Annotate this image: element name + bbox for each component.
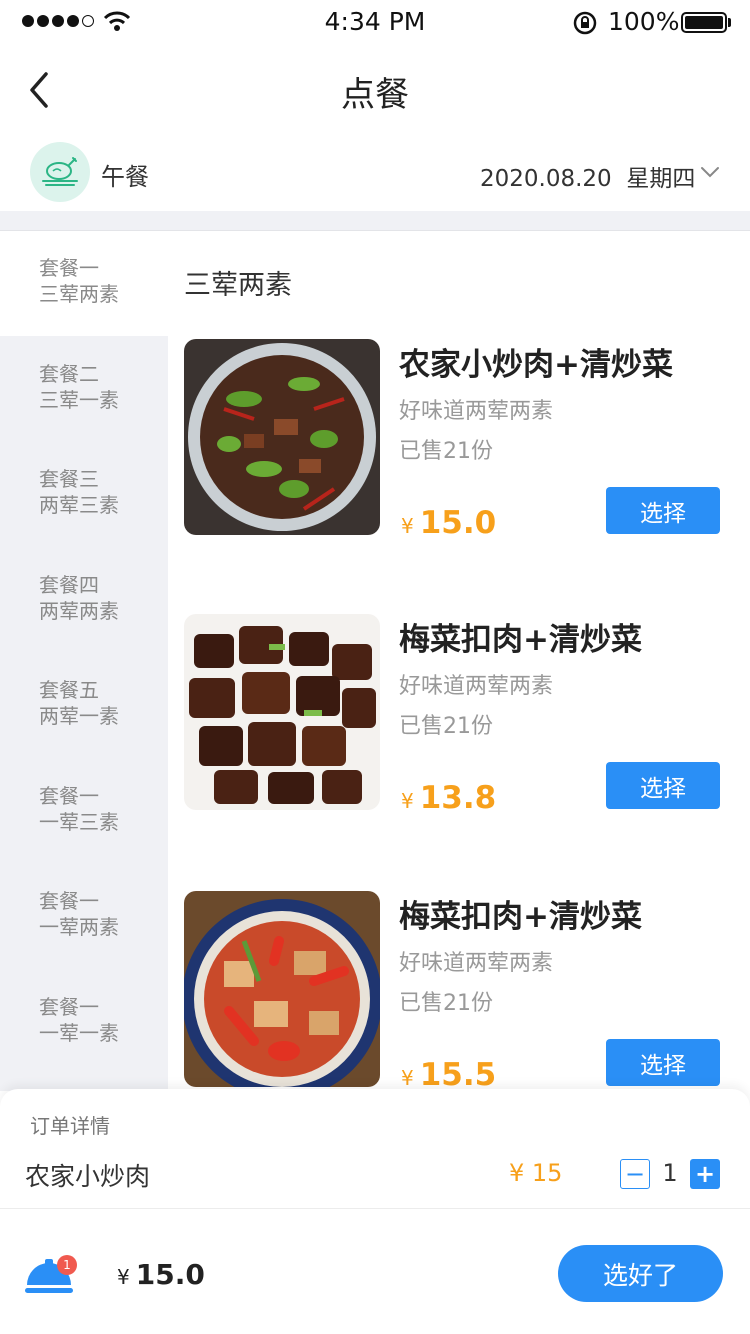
dish-photo: [184, 614, 380, 810]
order-details-title: 订单详情: [30, 1114, 110, 1138]
select-button[interactable]: 选择: [606, 1039, 720, 1086]
sidebar-item-name: 套餐四: [39, 573, 99, 597]
section-title: 三荤两素: [184, 270, 292, 301]
sidebar-item-name: 套餐一: [39, 784, 99, 808]
sidebar-item-desc: 两荤一素: [39, 704, 119, 728]
sidebar-item-package-5[interactable]: 套餐五 两荤一素: [0, 653, 168, 758]
sidebar-item-package-8[interactable]: 套餐一 一荤一素: [0, 970, 168, 1075]
order-total: ¥15.0: [117, 1258, 205, 1291]
weekday-value: 星期四: [626, 166, 696, 192]
sidebar-item-desc: 一荤三素: [39, 810, 119, 834]
sidebar-item-desc: 三荤两素: [39, 282, 119, 306]
chevron-down-icon[interactable]: [700, 165, 720, 179]
divider: [0, 1208, 750, 1209]
section-divider: [0, 211, 750, 231]
dish-card: 梅菜扣肉+清炒菜 好味道两荤两素 已售21份 ¥13.8 选择: [184, 614, 724, 816]
status-bar: 4:34 PM 100%: [0, 0, 750, 44]
sidebar-item-desc: 两荤两素: [39, 599, 119, 623]
sidebar-item-package-1[interactable]: 套餐一 三荤两素: [0, 231, 168, 336]
dish-description: 好味道两荤两素: [399, 951, 554, 976]
dish-name: 梅菜扣肉+清炒菜: [399, 899, 642, 935]
package-sidebar: 套餐一 三荤两素 套餐二 三荤一素 套餐三 两荤三素 套餐四 两荤两素 套餐五 …: [0, 231, 168, 1091]
dish-name: 梅菜扣肉+清炒菜: [399, 622, 642, 658]
battery-icon: [681, 12, 727, 33]
date-value: 2020.08.20: [480, 166, 612, 192]
sidebar-item-name: 套餐一: [39, 995, 99, 1019]
sidebar-item-name: 套餐五: [39, 678, 99, 702]
sidebar-item-desc: 三荤一素: [39, 388, 119, 412]
confirm-order-button[interactable]: 选好了: [558, 1245, 723, 1302]
dish-card: 农家小炒肉+清炒菜 好味道两荤两素 已售21份 ¥15.0 选择: [184, 339, 724, 541]
page-title: 点餐: [341, 75, 409, 115]
sidebar-item-package-6[interactable]: 套餐一 一荤三素: [0, 759, 168, 864]
date-selector[interactable]: 2020.08.20 星期四: [480, 159, 695, 193]
select-button[interactable]: 选择: [606, 487, 720, 534]
sidebar-item-name: 套餐二: [39, 362, 99, 386]
increase-quantity-button[interactable]: +: [690, 1159, 720, 1189]
dish-card: 梅菜扣肉+清炒菜 好味道两荤两素 已售21份 ¥15.5 选择: [184, 891, 724, 1093]
sidebar-item-name: 套餐一: [39, 256, 99, 280]
meal-label: 午餐: [101, 163, 149, 191]
cart-count-badge: 1: [57, 1255, 77, 1275]
dish-price: ¥15.5: [401, 1057, 497, 1093]
sidebar-item-package-2[interactable]: 套餐二 三荤一素: [0, 337, 168, 442]
sidebar-item-desc: 一荤一素: [39, 1021, 119, 1045]
sidebar-item-name: 套餐三: [39, 467, 99, 491]
order-panel: 订单详情 农家小炒肉 ¥ 15 − 1 + 1 ¥15.0 选好了: [0, 1089, 750, 1334]
dish-photo: [184, 891, 380, 1087]
roast-chicken-icon: [42, 157, 78, 186]
order-item-price: ¥ 15: [509, 1159, 563, 1187]
rotation-lock-icon: [573, 11, 597, 35]
sidebar-item-desc: 一荤两素: [39, 915, 119, 939]
dish-sold-count: 已售21份: [399, 991, 493, 1016]
dish-sold-count: 已售21份: [399, 714, 493, 739]
sidebar-item-name: 套餐一: [39, 889, 99, 913]
dish-description: 好味道两荤两素: [399, 399, 554, 424]
sidebar-item-desc: 两荤三素: [39, 493, 119, 517]
order-item-name: 农家小炒肉: [25, 1162, 151, 1191]
decrease-quantity-button[interactable]: −: [620, 1159, 650, 1189]
dish-description: 好味道两荤两素: [399, 674, 554, 699]
dish-price: ¥13.8: [401, 780, 497, 816]
battery-percent: 100%: [608, 7, 680, 36]
meal-avatar: [30, 142, 90, 202]
select-button[interactable]: 选择: [606, 762, 720, 809]
dish-price: ¥15.0: [401, 505, 497, 541]
sidebar-item-package-4[interactable]: 套餐四 两荤两素: [0, 548, 168, 653]
dish-sold-count: 已售21份: [399, 439, 493, 464]
dish-photo: [184, 339, 380, 535]
sidebar-item-package-3[interactable]: 套餐三 两荤三素: [0, 442, 168, 547]
sidebar-item-package-7[interactable]: 套餐一 一荤两素: [0, 864, 168, 969]
quantity-value: 1: [662, 1159, 678, 1187]
dish-name: 农家小炒肉+清炒菜: [399, 347, 673, 383]
